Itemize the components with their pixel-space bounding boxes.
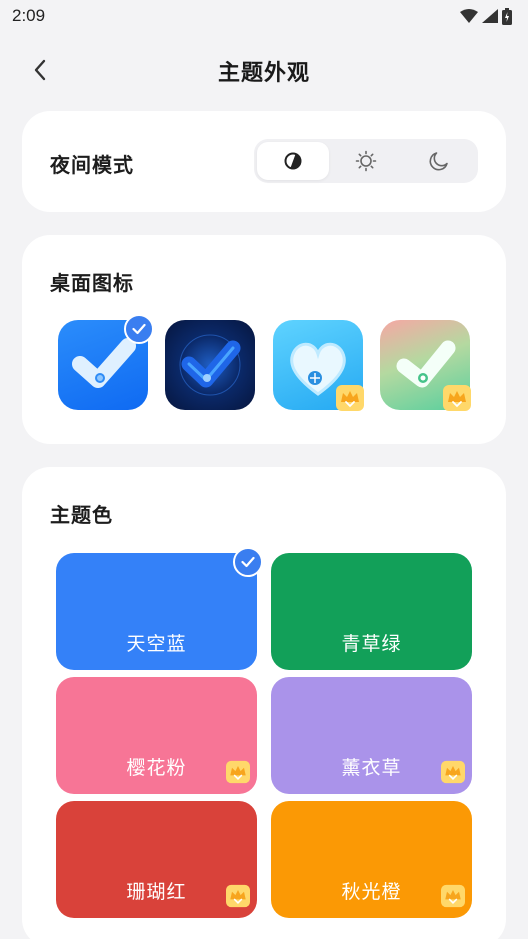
swatch-label: 天空蓝	[126, 633, 187, 655]
selected-check-badge	[124, 314, 154, 344]
night-mode-option-auto[interactable]	[257, 142, 329, 180]
app-icon-option-blue[interactable]	[58, 314, 154, 410]
moon-icon	[429, 152, 448, 171]
night-mode-card: 夜间模式	[22, 111, 506, 212]
signal-icon	[482, 9, 498, 23]
night-mode-option-light[interactable]	[330, 142, 402, 180]
theme-swatch-autumn-orange[interactable]: 秋光橙	[271, 801, 472, 918]
theme-swatch-sky-blue[interactable]: 天空蓝	[56, 547, 263, 670]
premium-crown-icon	[441, 884, 465, 908]
theme-swatch-lavender[interactable]: 薰衣草	[271, 677, 472, 794]
theme-swatch-grass-green[interactable]: 青草绿	[271, 553, 472, 670]
night-mode-option-dark[interactable]	[403, 142, 475, 180]
app-check-glyph	[179, 334, 241, 396]
check-icon	[241, 556, 255, 568]
app-icon-option-pastel[interactable]	[380, 320, 471, 411]
night-mode-segmented-control	[254, 139, 478, 183]
check-icon	[132, 323, 146, 335]
premium-crown-icon	[336, 385, 364, 411]
theme-color-card: 主题色 天空蓝 青草绿 樱花粉 薰衣草 珊瑚红 秋光橙	[22, 467, 506, 939]
premium-crown-icon	[443, 385, 471, 411]
theme-swatch-coral-red[interactable]: 珊瑚红	[56, 801, 257, 918]
premium-crown-icon	[226, 760, 250, 784]
page-title: 主题外观	[217, 61, 310, 86]
theme-swatch-sakura-pink[interactable]: 樱花粉	[56, 677, 257, 794]
battery-icon	[502, 7, 512, 25]
top-nav: 主题外观	[0, 46, 528, 94]
status-icons	[460, 7, 512, 25]
sun-icon	[355, 150, 377, 172]
auto-contrast-icon	[284, 152, 302, 170]
swatch-label: 青草绿	[341, 633, 402, 655]
status-bar: 2:09	[0, 0, 528, 32]
night-mode-title: 夜间模式	[50, 153, 134, 177]
app-icon-option-dark[interactable]	[165, 320, 255, 410]
premium-crown-icon	[226, 884, 250, 908]
wifi-icon	[460, 9, 478, 23]
status-time: 2:09	[12, 6, 46, 25]
app-icon-option-ice[interactable]	[273, 320, 364, 411]
desktop-icons-card: 桌面图标	[22, 235, 506, 444]
desktop-icons-title: 桌面图标	[50, 271, 134, 295]
premium-crown-icon	[441, 760, 465, 784]
selected-check-badge	[233, 547, 263, 577]
theme-color-title: 主题色	[50, 503, 113, 527]
